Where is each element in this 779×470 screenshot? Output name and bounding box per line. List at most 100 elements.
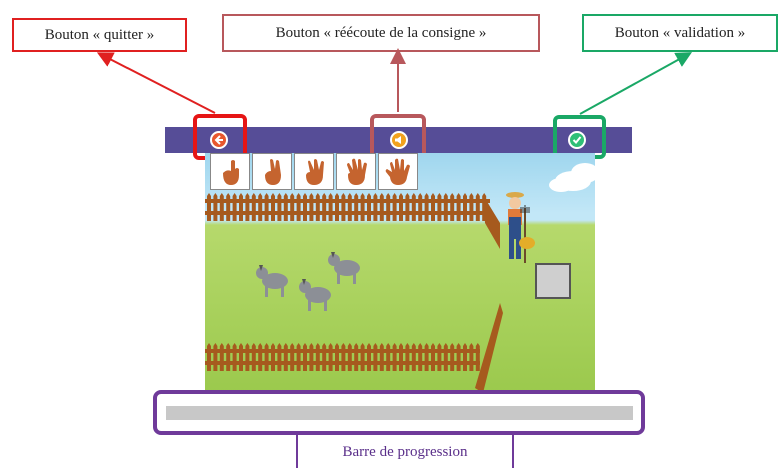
arrow-validate [579, 52, 693, 115]
fence-picket [239, 193, 243, 221]
five-fingers-hand-icon [385, 158, 410, 185]
fence-picket [277, 193, 282, 221]
fence-picket [443, 193, 448, 221]
fence-picket [290, 193, 295, 221]
fence-picket [367, 193, 371, 221]
fence-picket [418, 193, 423, 221]
fence-picket [347, 193, 352, 221]
fence-picket [392, 343, 397, 371]
right-fence-top [483, 195, 500, 249]
fence-picket [271, 343, 275, 371]
fence-picket [219, 193, 224, 221]
fence-picket [322, 343, 327, 371]
fence-picket [303, 343, 307, 371]
one-finger-hand-icon [223, 159, 239, 185]
fence-picket [386, 343, 391, 371]
progress-bar [166, 406, 633, 420]
fence-picket [463, 343, 467, 371]
fence-picket [328, 343, 333, 371]
fence-picket [411, 193, 416, 221]
fence-picket [264, 343, 269, 371]
fence-picket [335, 343, 339, 371]
fence-picket [226, 193, 231, 221]
fence-picket [251, 193, 256, 221]
fence-picket [360, 193, 365, 221]
fence-picket [226, 343, 231, 371]
fence-picket [450, 343, 455, 371]
fence-picket [360, 343, 365, 371]
fence-picket [399, 343, 403, 371]
answer-box[interactable] [535, 263, 571, 299]
callout-quit-button: Bouton « quitter » [12, 18, 187, 52]
fence-picket [450, 193, 455, 221]
fence-picket [341, 193, 346, 221]
two-fingers-hand-icon [265, 158, 281, 185]
fence-picket [386, 193, 391, 221]
fence-picket [437, 193, 442, 221]
fence-picket [463, 193, 467, 221]
arrow-quit [96, 52, 216, 114]
fence-picket [341, 343, 346, 371]
fence-picket [328, 193, 333, 221]
hand-card-5[interactable] [378, 153, 418, 190]
hand-cards [210, 153, 418, 190]
fence-picket [258, 343, 263, 371]
fence-picket [315, 343, 320, 371]
fence-picket [245, 343, 250, 371]
fence-picket [469, 343, 474, 371]
fence-picket [290, 343, 295, 371]
fence-picket [303, 193, 307, 221]
donkey [328, 252, 360, 284]
three-fingers-hand-icon [306, 158, 324, 185]
farmer [506, 192, 535, 263]
fence-picket [277, 343, 282, 371]
cloud [549, 163, 595, 192]
fence-picket [232, 343, 237, 371]
fence-picket [379, 343, 384, 371]
fence-picket [264, 193, 269, 221]
fence-picket [373, 193, 378, 221]
fence-picket [424, 193, 429, 221]
hand-card-4[interactable] [336, 153, 376, 190]
fence-picket [213, 193, 218, 221]
fence-picket [309, 193, 314, 221]
fence-picket [213, 343, 218, 371]
donkey [299, 279, 331, 311]
fence-picket [431, 193, 435, 221]
fence-picket [424, 343, 429, 371]
fence-picket [347, 343, 352, 371]
fence-picket [367, 343, 371, 371]
fence-picket [219, 343, 224, 371]
fence-picket [232, 193, 237, 221]
donkey [256, 265, 288, 297]
fence-picket [258, 193, 263, 221]
callout-progress-bar: Barre de progression [296, 432, 514, 468]
fence-picket [271, 193, 275, 221]
fence-picket [296, 193, 301, 221]
fence-picket [392, 193, 397, 221]
fence-picket [411, 343, 416, 371]
fence-picket [322, 193, 327, 221]
fence-picket [431, 343, 435, 371]
fence-picket [456, 193, 461, 221]
fence-picket [309, 343, 314, 371]
fence-picket [475, 193, 480, 221]
fence-picket [251, 343, 256, 371]
fence-picket [418, 343, 423, 371]
fence-picket [315, 193, 320, 221]
hand-card-1[interactable] [210, 153, 250, 190]
fence-picket [443, 343, 448, 371]
fence-picket [456, 343, 461, 371]
callout-replay-button: Bouton « réécoute de la consigne » [222, 14, 540, 52]
fence-picket [373, 343, 378, 371]
fence-picket [239, 343, 243, 371]
hand-card-2[interactable] [252, 153, 292, 190]
hand-card-3[interactable] [294, 153, 334, 190]
fence-picket [469, 193, 474, 221]
fence-picket [437, 343, 442, 371]
fence-picket [475, 343, 480, 371]
fence-picket [405, 193, 410, 221]
fence-picket [245, 193, 250, 221]
fence-picket [207, 343, 211, 371]
fence-picket [405, 343, 410, 371]
